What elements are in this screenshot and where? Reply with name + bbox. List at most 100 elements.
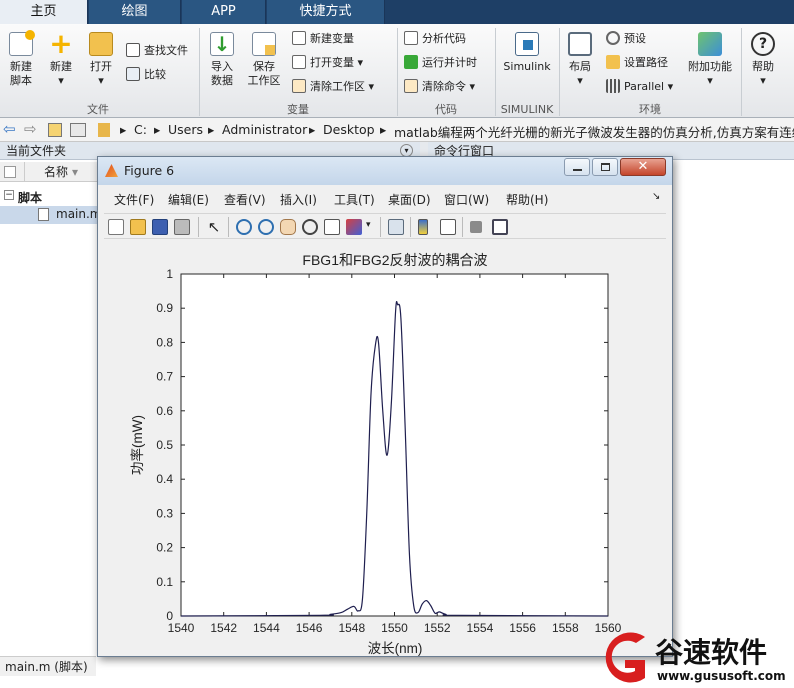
set-path-button[interactable]: 设置路径 bbox=[606, 54, 668, 72]
y-tick-label: 0.3 bbox=[156, 506, 173, 520]
group-label-environment: 环境 bbox=[639, 103, 661, 116]
back-arrow-icon[interactable]: ⇦ bbox=[3, 120, 16, 138]
collapse-icon[interactable]: − bbox=[4, 190, 14, 200]
pointer-icon[interactable]: ↖ bbox=[206, 219, 222, 235]
watermark-logo: 谷速软件 www.gususoft.com bbox=[595, 628, 794, 685]
brand-url: www.gususoft.com bbox=[657, 669, 786, 683]
chevron-down-icon: ▾ bbox=[357, 56, 364, 69]
import-data-button[interactable]: ↓ 导入 数据 bbox=[204, 32, 240, 88]
new-variable-button[interactable]: 新建变量 bbox=[292, 30, 354, 48]
column-name[interactable]: 名称 bbox=[44, 162, 68, 182]
open-variable-button[interactable]: 打开变量 ▾ bbox=[292, 54, 363, 72]
y-tick-label: 0.6 bbox=[156, 404, 173, 418]
breadcrumb-drive[interactable]: C: bbox=[134, 122, 147, 137]
add-ons-cubes-icon bbox=[698, 32, 722, 56]
minimize-button[interactable] bbox=[564, 158, 590, 176]
simulink-button[interactable]: Simulink bbox=[500, 32, 554, 74]
find-files-icon bbox=[126, 43, 140, 57]
y-tick-label: 0 bbox=[166, 609, 173, 623]
file-row[interactable]: main.m bbox=[0, 206, 102, 224]
menu-view[interactable]: 查看(V) bbox=[224, 191, 266, 208]
breadcrumb-administrator[interactable]: Administrator bbox=[222, 122, 307, 137]
layout-button[interactable]: 布局 ▾ bbox=[563, 32, 597, 88]
menu-edit[interactable]: 编辑(E) bbox=[168, 191, 209, 208]
print-icon[interactable] bbox=[174, 219, 190, 235]
new-button[interactable]: + 新建 ▾ bbox=[44, 30, 78, 88]
details-footer: main.m (脚本) bbox=[0, 656, 96, 676]
toolstrip-tabs: 主页 绘图 APP 快捷方式 bbox=[0, 0, 794, 24]
tab-shortcuts[interactable]: 快捷方式 bbox=[267, 0, 385, 24]
open-button[interactable]: 打开 ▾ bbox=[84, 32, 118, 88]
file-column-header[interactable]: 名称 ▾ bbox=[0, 162, 110, 182]
find-files-button[interactable]: 查找文件 bbox=[126, 42, 188, 60]
menu-file[interactable]: 文件(F) bbox=[114, 191, 154, 208]
import-arrow-icon: ↓ bbox=[210, 32, 234, 56]
new-script-button[interactable]: 新建 脚本 bbox=[4, 30, 38, 88]
select-all-checkbox[interactable] bbox=[4, 166, 16, 178]
chevron-down-icon: ▾ bbox=[469, 80, 476, 93]
logo-g-mark bbox=[605, 632, 645, 683]
x-tick-label: 1556 bbox=[509, 621, 536, 635]
chart-title: FBG1和FBG2反射波的耦合波 bbox=[302, 252, 487, 268]
tab-home[interactable]: 主页 bbox=[0, 0, 88, 24]
breadcrumb-users[interactable]: Users bbox=[168, 122, 203, 137]
group-label-code: 代码 bbox=[435, 103, 457, 116]
pan-hand-icon[interactable] bbox=[280, 219, 296, 235]
breadcrumb-desktop[interactable]: Desktop bbox=[323, 122, 375, 137]
run-and-time-button[interactable]: 运行并计时 bbox=[404, 54, 477, 72]
compare-button[interactable]: 比较 bbox=[126, 66, 166, 84]
breadcrumb-separator: ▸ bbox=[120, 122, 127, 137]
parallel-button[interactable]: Parallel ▾ bbox=[606, 78, 673, 96]
open-file-icon[interactable] bbox=[130, 219, 146, 235]
forward-arrow-icon[interactable]: ⇨ bbox=[24, 120, 37, 138]
help-button[interactable]: ? 帮助 ▾ bbox=[746, 32, 780, 88]
x-tick-label: 1554 bbox=[467, 621, 494, 635]
x-tick-label: 1546 bbox=[296, 621, 323, 635]
x-axis-label: 波长(nm) bbox=[368, 641, 423, 656]
file-group-row[interactable]: − 脚本 bbox=[0, 188, 100, 206]
chevron-down-icon: ▾ bbox=[98, 74, 104, 87]
menu-desktop[interactable]: 桌面(D) bbox=[388, 191, 431, 208]
up-folder-icon[interactable] bbox=[48, 123, 62, 137]
simulink-icon bbox=[515, 32, 539, 56]
hide-plot-tools-icon[interactable] bbox=[470, 221, 482, 233]
new-script-icon bbox=[9, 30, 35, 56]
rotate-3d-icon[interactable] bbox=[302, 219, 318, 235]
save-icon[interactable] bbox=[152, 219, 168, 235]
zoom-in-icon[interactable] bbox=[236, 219, 252, 235]
menu-tools[interactable]: 工具(T) bbox=[334, 191, 375, 208]
browse-icon[interactable] bbox=[70, 123, 86, 137]
preferences-button[interactable]: 预设 bbox=[606, 30, 646, 48]
save-workspace-button[interactable]: 保存 工作区 bbox=[244, 32, 284, 88]
clear-workspace-button[interactable]: 清除工作区 ▾ bbox=[292, 78, 374, 96]
chevron-down-icon: ▾ bbox=[577, 74, 583, 87]
x-tick-label: 1544 bbox=[253, 621, 280, 635]
legend-icon[interactable] bbox=[440, 219, 456, 235]
menu-help[interactable]: 帮助(H) bbox=[506, 191, 548, 208]
brand-name: 谷速软件 bbox=[655, 636, 767, 669]
y-tick-label: 1 bbox=[166, 267, 173, 281]
address-bar[interactable]: ⇦ ⇨ ▸ C: ▸ Users ▸ Administrator ▸ Deskt… bbox=[0, 118, 794, 142]
chevron-down-icon[interactable]: ▾ bbox=[366, 220, 371, 230]
analyze-code-button[interactable]: 分析代码 bbox=[404, 30, 466, 48]
maximize-button[interactable] bbox=[592, 158, 618, 176]
dock-arrow-icon[interactable]: ↘ bbox=[652, 191, 660, 202]
tab-apps[interactable]: APP bbox=[182, 0, 266, 24]
link-plot-icon[interactable] bbox=[388, 219, 404, 235]
breadcrumb-folder[interactable]: matlab编程两个光纤光栅的新光子微波发生器的仿真分析,仿真方案有连续波 bbox=[394, 122, 794, 141]
tab-plots[interactable]: 绘图 bbox=[89, 0, 181, 24]
data-cursor-icon[interactable] bbox=[324, 219, 340, 235]
sort-chevron-icon[interactable]: ▾ bbox=[72, 162, 78, 182]
clear-commands-button[interactable]: 清除命令 ▾ bbox=[404, 78, 475, 96]
brush-icon[interactable] bbox=[346, 219, 362, 235]
show-plot-tools-icon[interactable] bbox=[492, 219, 508, 235]
close-button[interactable]: ✕ bbox=[620, 158, 666, 176]
menu-insert[interactable]: 插入(I) bbox=[280, 191, 317, 208]
zoom-out-icon[interactable] bbox=[258, 219, 274, 235]
colorbar-icon[interactable] bbox=[418, 219, 428, 235]
new-figure-icon[interactable] bbox=[108, 219, 124, 235]
figure-title-bar[interactable]: Figure 6 ✕ bbox=[98, 157, 672, 185]
add-ons-button[interactable]: 附加功能 ▾ bbox=[684, 32, 736, 88]
menu-window[interactable]: 窗口(W) bbox=[444, 191, 489, 208]
y-tick-label: 0.5 bbox=[156, 438, 173, 452]
